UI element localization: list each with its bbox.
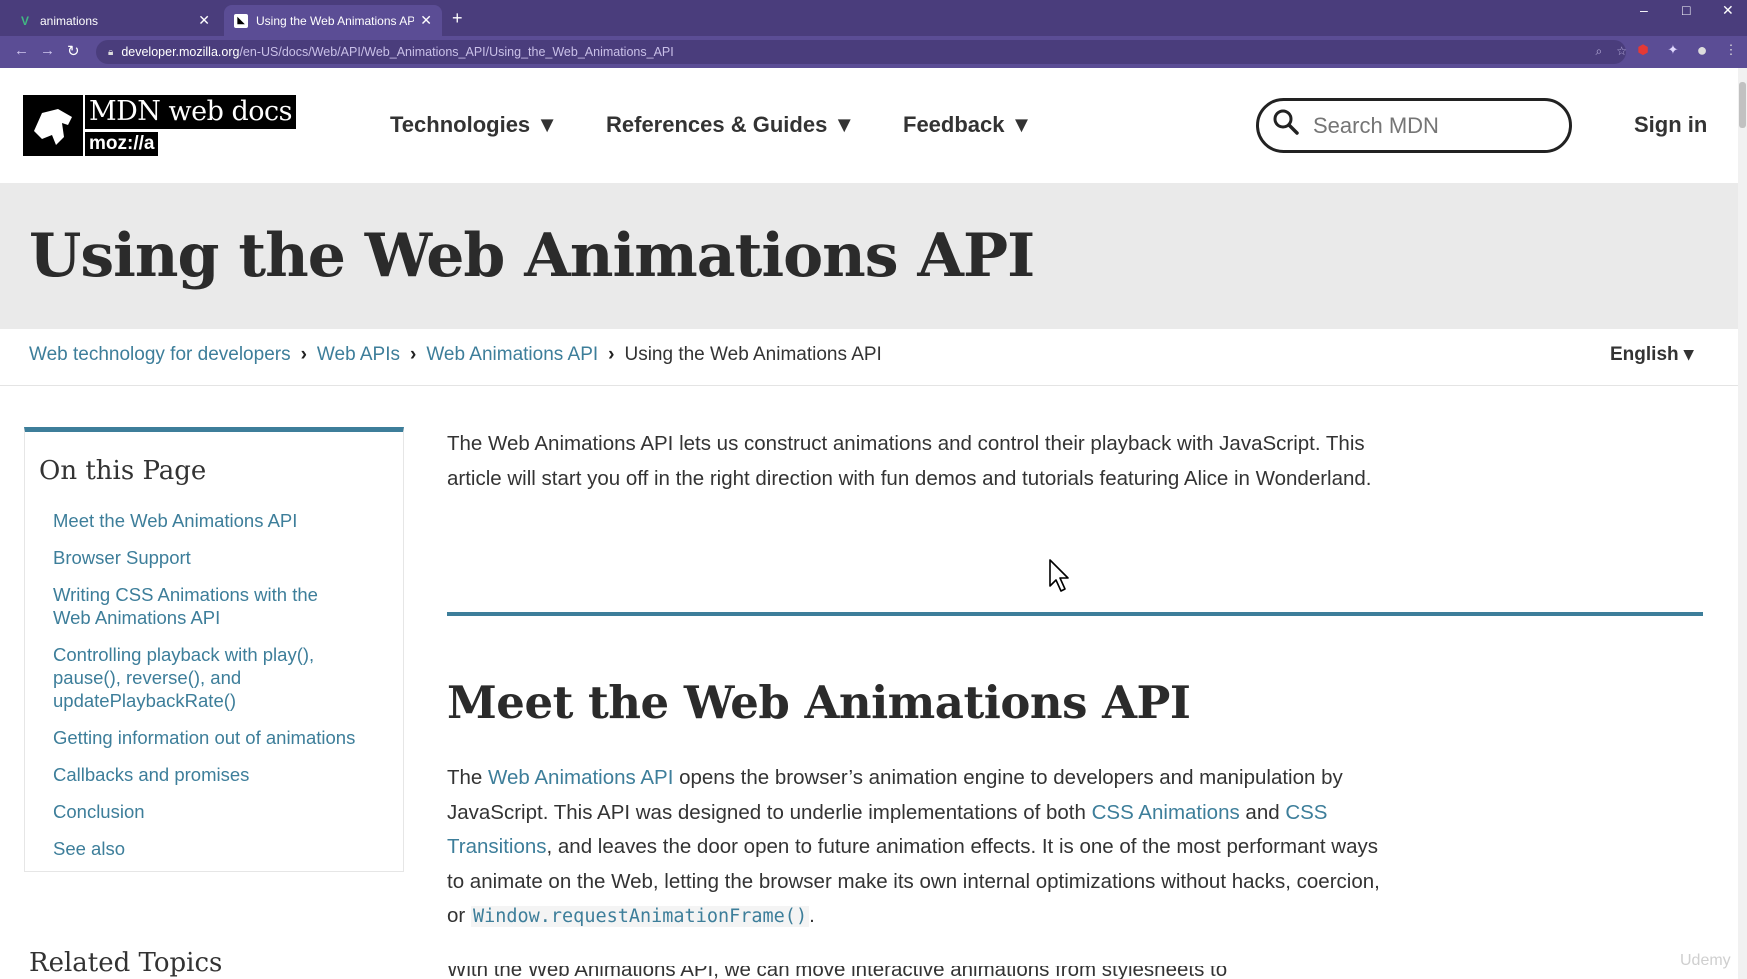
toc-item[interactable]: Conclusion	[53, 800, 393, 823]
related-topics-heading: Related Topics	[29, 948, 223, 978]
new-tab-button[interactable]: +	[452, 8, 463, 29]
toc-heading: On this Page	[39, 456, 207, 486]
chevron-right-icon: ›	[410, 344, 417, 365]
text: .	[809, 904, 815, 927]
partial-paragraph: With the Web Animations API, we can move…	[447, 966, 1287, 979]
scrollbar-thumb[interactable]	[1739, 82, 1746, 128]
omnibox-icons: ⌕ ☆	[1596, 44, 1628, 59]
link-request-animation-frame[interactable]: Window.requestAnimationFrame()	[470, 906, 810, 927]
toc-item[interactable]: Writing CSS Animations with the Web Anim…	[53, 583, 343, 629]
text: The	[447, 766, 489, 789]
breadcrumb-current: Using the Web Animations API	[624, 344, 882, 365]
forward-arrow-icon[interactable]: →	[40, 42, 55, 59]
url-path: /en-US/docs/Web/API/Web_Animations_API/U…	[239, 45, 674, 59]
text: With the Web Animations API, we can move…	[447, 966, 1228, 979]
reload-icon[interactable]: ↻	[67, 42, 80, 60]
maximize-button[interactable]: □	[1682, 2, 1690, 18]
mozilla-wordmark: moz://a	[85, 132, 159, 156]
nav-feedback[interactable]: Feedback ▼	[903, 112, 1032, 138]
tab-title: Using the Web Animations API -	[256, 13, 415, 28]
close-tab-icon[interactable]: ✕	[198, 12, 210, 29]
browser-tab-bar: V animations ✕ ◣ Using the Web Animation…	[0, 0, 1747, 36]
url-host: developer.mozilla.org	[121, 45, 240, 59]
search-input[interactable]	[1313, 112, 1553, 139]
mdn-logo[interactable]: MDN web docs moz://a	[23, 95, 296, 156]
close-tab-icon[interactable]: ✕	[420, 12, 432, 29]
address-bar[interactable]: 🔒︎ developer.mozilla.org/en-US/docs/Web/…	[96, 40, 1626, 64]
chevron-right-icon: ›	[608, 344, 615, 365]
title-band: Using the Web Animations API	[0, 183, 1738, 329]
body-paragraph: The Web Animations API opens the browser…	[447, 761, 1392, 935]
back-arrow-icon[interactable]: ←	[14, 42, 29, 59]
link-css-animations[interactable]: CSS Animations	[1092, 801, 1240, 824]
logo-text: MDN web docs	[85, 95, 296, 129]
language-select[interactable]: English ▾	[1610, 343, 1693, 366]
close-window-button[interactable]: ✕	[1722, 2, 1734, 19]
section-divider	[447, 612, 1703, 616]
bookmark-star-icon[interactable]: ☆	[1616, 44, 1627, 59]
menu-kebab-icon[interactable]: ⋮	[1721, 40, 1741, 60]
section-heading: Meet the Web Animations API	[447, 676, 1191, 729]
toc-item[interactable]: Controlling playback with play(), pause(…	[53, 643, 343, 712]
link-web-animations-api[interactable]: Web Animations API	[488, 766, 673, 789]
tab-title: animations	[40, 13, 99, 28]
scrollbar-track[interactable]	[1738, 68, 1747, 979]
browser-tab-animations[interactable]: V animations ✕	[8, 5, 220, 36]
extensions-puzzle-icon[interactable]: ✦	[1663, 40, 1683, 60]
toc-item[interactable]: Callbacks and promises	[53, 763, 393, 786]
lock-icon: 🔒︎	[108, 46, 114, 58]
toc-item[interactable]: Meet the Web Animations API	[53, 509, 393, 532]
search-box[interactable]	[1256, 98, 1572, 153]
nav-references-guides[interactable]: References & Guides ▼	[606, 112, 855, 138]
breadcrumb-link[interactable]: Web Animations API	[426, 344, 598, 366]
toc-item[interactable]: See also	[53, 837, 393, 860]
minimize-button[interactable]: –	[1640, 2, 1648, 18]
chevron-right-icon: ›	[300, 344, 307, 365]
toc-item[interactable]: Browser Support	[53, 546, 393, 569]
intro-paragraph: The Web Animations API lets us construct…	[447, 432, 1372, 490]
mdn-dino-icon	[23, 95, 83, 156]
text: and	[1239, 800, 1286, 824]
mdn-dino-icon: ◣	[234, 13, 248, 28]
breadcrumb-link[interactable]: Web APIs	[317, 344, 400, 366]
ublock-extension-icon[interactable]: ⬢	[1633, 40, 1653, 60]
vue-logo-icon: V	[20, 13, 29, 28]
browser-tab-mdn[interactable]: ◣ Using the Web Animations API - ✕	[224, 5, 442, 36]
search-icon	[1273, 109, 1299, 142]
zoom-icon[interactable]: ⌕	[1596, 44, 1603, 59]
on-this-page-sidebar: On this Page Meet the Web Animations API…	[24, 427, 404, 872]
browser-toolbar: ← → ↻ 🔒︎ developer.mozilla.org/en-US/doc…	[0, 36, 1747, 68]
site-header: MDN web docs moz://a Technologies ▼ Refe…	[0, 68, 1747, 183]
breadcrumb: Web technology for developers › Web APIs…	[29, 344, 882, 366]
profile-avatar-icon[interactable]: ●	[1692, 40, 1712, 60]
sign-in-link[interactable]: Sign in	[1634, 112, 1707, 138]
nav-technologies[interactable]: Technologies ▼	[390, 112, 558, 138]
toc-item[interactable]: Getting information out of animations	[53, 726, 393, 749]
page-title: Using the Web Animations API	[29, 221, 1035, 291]
udemy-watermark: Udemy	[1680, 952, 1731, 969]
divider	[0, 385, 1738, 386]
mouse-cursor-icon	[1048, 558, 1072, 599]
breadcrumb-link[interactable]: Web technology for developers	[29, 344, 291, 366]
